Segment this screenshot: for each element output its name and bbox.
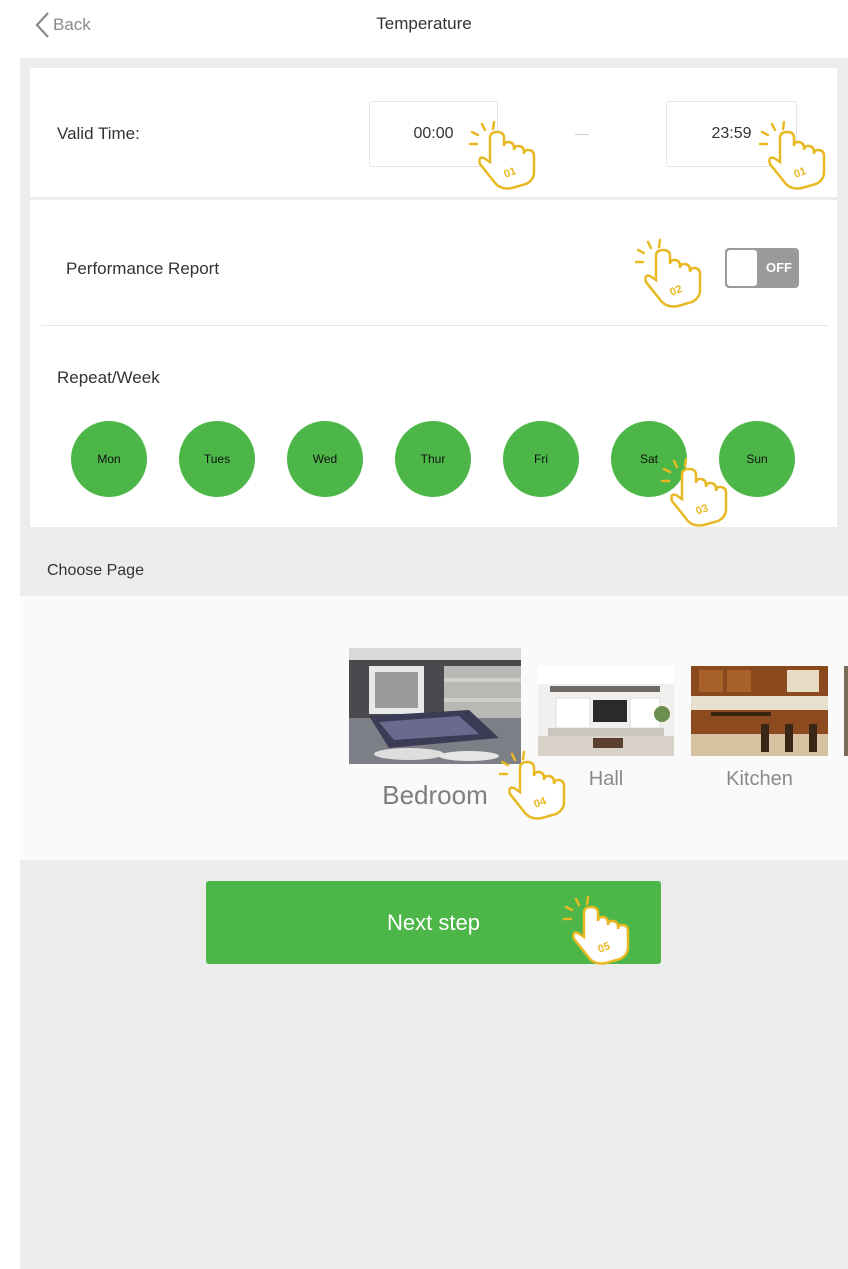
performance-report-label: Performance Report	[66, 259, 220, 278]
toggle-knob	[727, 250, 757, 286]
page-thumb-bedroom[interactable]	[349, 648, 521, 764]
day-sun-button[interactable]: Sun	[719, 421, 795, 497]
page-title: Temperature	[376, 14, 472, 33]
time-range-dash	[575, 134, 589, 135]
page-thumb-kitchen[interactable]	[691, 666, 828, 756]
kitchen-image	[691, 666, 828, 756]
page-label-hall: Hall	[588, 768, 624, 790]
choose-page-label: Choose Page	[47, 562, 144, 579]
divider	[41, 325, 828, 326]
repeat-week-label: Repeat/Week	[57, 368, 160, 387]
bedroom-image	[349, 648, 521, 764]
page-thumb-hall[interactable]	[538, 666, 674, 756]
day-fri-button[interactable]: Fri	[503, 421, 579, 497]
page-label-bedroom: Bedroom	[382, 780, 488, 810]
top-bar: Back Temperature	[0, 0, 848, 58]
day-wed-button[interactable]: Wed	[287, 421, 363, 497]
toggle-state-text: OFF	[766, 260, 792, 275]
day-thur-button[interactable]: Thur	[395, 421, 471, 497]
page-carousel[interactable]: Bedroom Hall Kitchen	[20, 596, 848, 860]
start-time-field[interactable]: 00:00	[369, 101, 498, 167]
next-step-button[interactable]: Next step	[206, 881, 661, 964]
page-label-kitchen: Kitchen	[726, 768, 793, 790]
end-time-field[interactable]: 23:59	[666, 101, 797, 167]
day-tues-button[interactable]: Tues	[179, 421, 255, 497]
day-mon-button[interactable]: Mon	[71, 421, 147, 497]
page-thumb-next-partial[interactable]	[844, 666, 848, 756]
day-sat-button[interactable]: Sat	[611, 421, 687, 497]
performance-report-toggle[interactable]: OFF	[725, 248, 799, 288]
hall-image	[538, 666, 674, 756]
valid-time-label: Valid Time:	[57, 124, 140, 143]
